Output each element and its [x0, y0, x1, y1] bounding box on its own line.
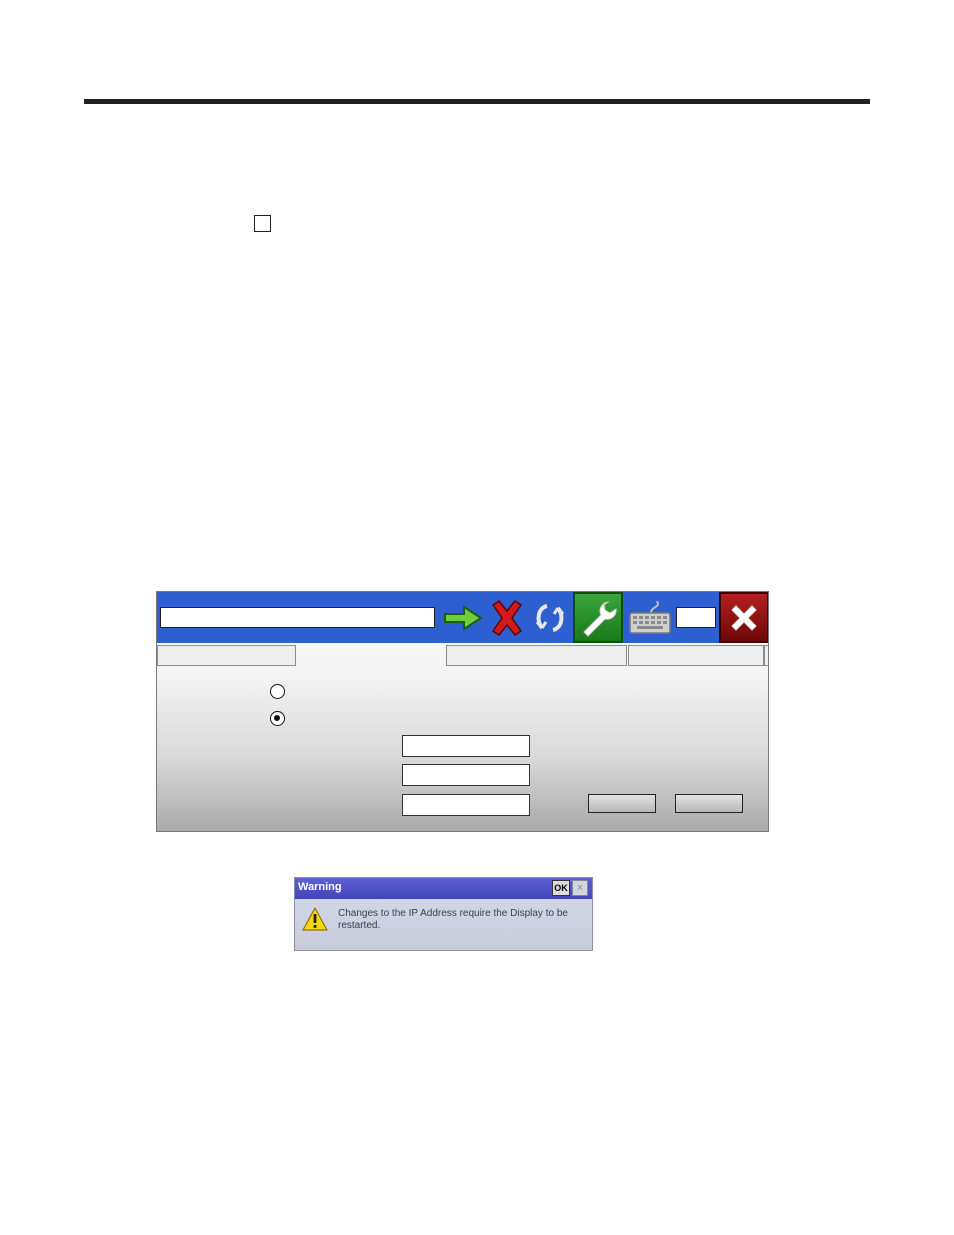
page-header-rule: [84, 99, 870, 104]
radio-option-1[interactable]: [270, 684, 285, 699]
tab-1[interactable]: [157, 645, 296, 666]
refresh-button[interactable]: [528, 592, 572, 643]
wrench-icon: [583, 600, 617, 637]
close-button[interactable]: [719, 592, 768, 643]
close-x-icon: [731, 604, 757, 631]
stop-button[interactable]: [487, 592, 527, 643]
tab-2-active[interactable]: [296, 645, 446, 666]
address-input[interactable]: [160, 607, 435, 628]
field-2-input[interactable]: [402, 764, 530, 786]
refresh-icon: [535, 603, 565, 632]
action-button-1[interactable]: [588, 794, 656, 813]
tab-scroll[interactable]: [764, 645, 768, 666]
warning-dialog-title: Warning: [298, 881, 342, 893]
settings-button[interactable]: [573, 592, 623, 643]
warning-dialog: Warning OK × Changes to the IP Address r…: [294, 877, 593, 951]
radio-option-2[interactable]: [270, 711, 285, 726]
document-checkbox[interactable]: [254, 215, 271, 232]
go-arrow-icon: [444, 604, 483, 631]
go-button[interactable]: [441, 592, 485, 643]
tab-4[interactable]: [628, 645, 764, 666]
keyboard-icon: [629, 600, 671, 634]
warning-icon: [302, 907, 328, 931]
toolbar: [157, 592, 768, 643]
toolbar-small-field[interactable]: [676, 607, 716, 628]
dialog-close-button[interactable]: ×: [572, 880, 588, 896]
warning-dialog-titlebar: Warning OK ×: [295, 878, 592, 899]
field-1-input[interactable]: [402, 735, 530, 757]
device-config-window: [156, 591, 769, 832]
keyboard-button[interactable]: [625, 592, 675, 643]
tab-3[interactable]: [446, 645, 627, 666]
warning-message: Changes to the IP Address require the Di…: [338, 908, 568, 931]
ok-button[interactable]: OK: [552, 880, 570, 896]
action-button-2[interactable]: [675, 794, 743, 813]
radio-selected-dot: [274, 715, 280, 721]
field-3-input[interactable]: [402, 794, 530, 816]
stop-x-icon: [491, 599, 523, 636]
